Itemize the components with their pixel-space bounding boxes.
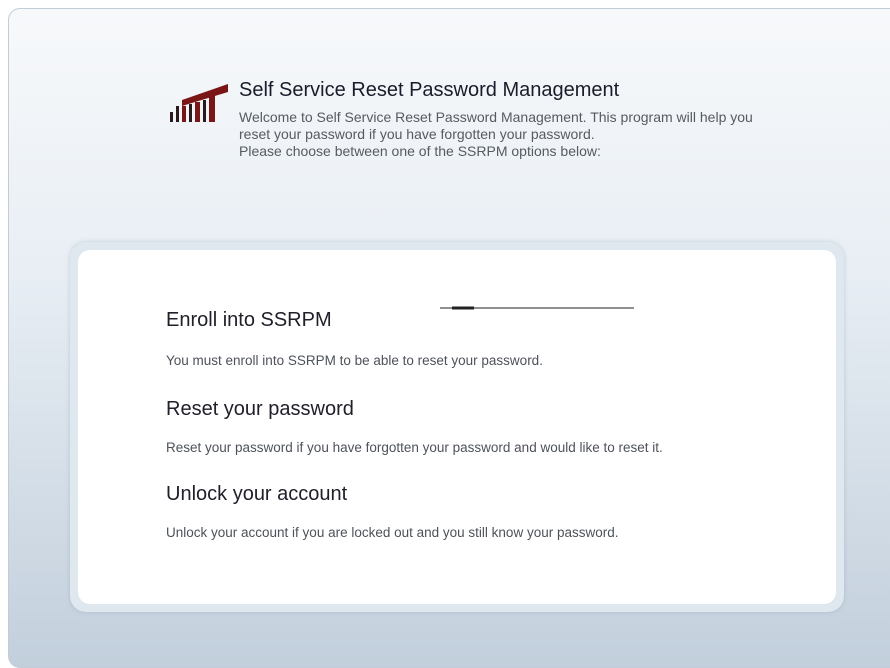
company-logo-icon bbox=[170, 84, 228, 122]
unlock-account-description: Unlock your account if you are locked ou… bbox=[166, 525, 619, 540]
intro-instruction: Please choose between one of the SSRPM o… bbox=[239, 143, 601, 159]
header-text: Self Service Reset Password Management W… bbox=[239, 78, 799, 160]
reset-password-link[interactable]: Reset your password bbox=[166, 397, 846, 421]
option-enroll[interactable]: Enroll into SSRPM You must enroll into S… bbox=[166, 308, 846, 369]
intro-text: Welcome to Self Service Reset Password M… bbox=[239, 109, 753, 142]
option-unlock[interactable]: Unlock your account Unlock your account … bbox=[166, 482, 846, 541]
option-reset[interactable]: Reset your password Reset your password … bbox=[166, 397, 846, 456]
enroll-link[interactable]: Enroll into SSRPM bbox=[166, 308, 846, 332]
page-title: Self Service Reset Password Management bbox=[239, 79, 620, 101]
reset-password-description: Reset your password if you have forgotte… bbox=[166, 440, 663, 455]
enroll-description: You must enroll into SSRPM to be able to… bbox=[166, 353, 543, 368]
options-panel: Enroll into SSRPM You must enroll into S… bbox=[78, 250, 836, 604]
unlock-account-link[interactable]: Unlock your account bbox=[166, 482, 846, 506]
